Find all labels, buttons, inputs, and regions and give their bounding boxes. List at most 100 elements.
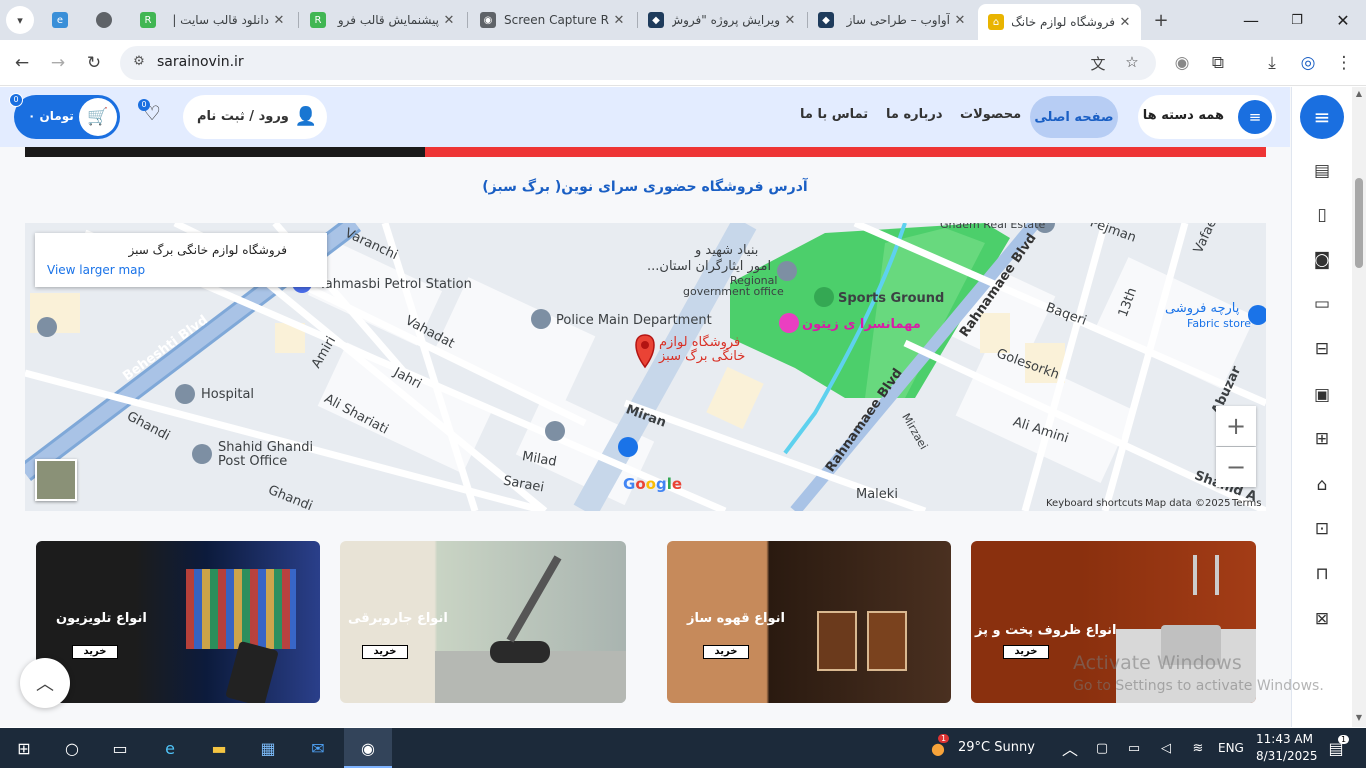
zoom-out-button[interactable]: −: [1216, 447, 1256, 487]
close-tab-icon[interactable]: ✕: [950, 13, 970, 28]
page-scrollbar[interactable]: ▲ ▼: [1352, 87, 1366, 727]
edge-icon[interactable]: e: [158, 736, 182, 760]
view-larger-map-link[interactable]: View larger map: [47, 263, 145, 277]
chair-icon[interactable]: ⊓: [1310, 563, 1334, 585]
restore-icon[interactable]: ❐: [1274, 0, 1320, 40]
close-tab-icon[interactable]: ✕: [439, 13, 459, 28]
tab-title: ویرایش پروژه "فروش: [672, 13, 780, 27]
store-icon[interactable]: ▦: [256, 736, 280, 760]
chevron-up-icon[interactable]: ︿: [1058, 736, 1082, 760]
google-map[interactable]: Beheshti Blvd Tahmasbi Petrol Station Po…: [25, 223, 1266, 511]
scroll-down-arrow-icon[interactable]: ▼: [1354, 713, 1364, 722]
nav-products[interactable]: محصولات: [960, 107, 1021, 122]
coffee-maker-icon[interactable]: ⊡: [1310, 518, 1334, 540]
meet-now-icon[interactable]: ▢: [1090, 736, 1114, 760]
download-icon[interactable]: ⤓: [1258, 49, 1286, 77]
map-label: بنیاد شهید و: [695, 243, 759, 258]
satellite-toggle[interactable]: [35, 459, 77, 501]
clock-time[interactable]: 11:43 AM: [1256, 732, 1313, 746]
scroll-up-arrow-icon[interactable]: ▲: [1354, 89, 1364, 98]
buy-button[interactable]: خرید: [72, 645, 118, 659]
file-explorer-icon[interactable]: ▬: [207, 736, 231, 760]
google-logo: Google: [623, 475, 683, 493]
all-categories-label: همه دسته ها: [1142, 108, 1224, 123]
favorites-button[interactable]: ♡ 0: [136, 99, 168, 133]
terms-link[interactable]: Terms: [1232, 498, 1261, 509]
menu-dots-icon[interactable]: ⋮: [1330, 49, 1358, 77]
translate-icon[interactable]: 文: [1088, 53, 1108, 73]
card-vacuum[interactable]: انواع جاروبرقی خرید: [340, 541, 626, 703]
scroll-to-top-button[interactable]: ︿: [20, 658, 70, 708]
bookmark-star-icon[interactable]: ☆: [1122, 53, 1142, 73]
buy-button[interactable]: خرید: [703, 645, 749, 659]
tab-rtl-preview[interactable]: R پیشنمایش قالب فرو ✕: [300, 4, 465, 36]
map-label: Sports Ground: [838, 291, 945, 306]
close-tab-icon[interactable]: ✕: [269, 13, 289, 28]
close-tab-icon[interactable]: ✕: [609, 13, 629, 28]
new-tab-icon[interactable]: +: [1147, 6, 1175, 34]
screen-capture-icon[interactable]: ◉: [1168, 49, 1196, 77]
microwave-icon[interactable]: ▣: [1310, 384, 1334, 406]
heater-icon[interactable]: ⊞: [1310, 428, 1334, 450]
url-text[interactable]: sarainovin.ir: [157, 54, 244, 70]
nav-home[interactable]: صفحه اصلی: [1030, 96, 1118, 138]
keyboard-shortcuts-link[interactable]: Keyboard shortcuts: [1046, 498, 1143, 509]
zoom-in-button[interactable]: +: [1216, 406, 1256, 446]
tab-edge[interactable]: e: [42, 4, 78, 36]
windows-start-icon[interactable]: ⊞: [12, 736, 36, 760]
task-view-icon[interactable]: ▭: [108, 736, 132, 760]
air-conditioner-icon[interactable]: ▤: [1310, 160, 1334, 182]
tab-rtl-download[interactable]: R دانلود قالب سایت | ✕: [130, 4, 295, 36]
tab-store-active[interactable]: ⌂ فروشگاه لوازم خانگ ✕: [978, 4, 1141, 40]
cookware-icon[interactable]: ⊟: [1310, 338, 1334, 360]
buy-button[interactable]: خرید: [1003, 645, 1049, 659]
nav-about[interactable]: درباره ما: [886, 107, 943, 122]
tv-icon[interactable]: ▭: [1310, 293, 1334, 315]
map-place-card: فروشگاه لوازم خانگی برگ سبز View larger …: [35, 233, 327, 287]
close-window-icon[interactable]: ✕: [1320, 0, 1366, 40]
tab-screen-capture[interactable]: ◉ Screen Capture Re ✕: [470, 4, 635, 36]
category-rail: ≡ ▤ ▯ ◙ ▭ ⊟ ▣ ⊞ ⌂ ⊡ ⊓ ⊠: [1291, 87, 1352, 727]
printer-icon[interactable]: ⊠: [1310, 608, 1334, 630]
battery-icon[interactable]: ▭: [1122, 736, 1146, 760]
tab-globe[interactable]: [86, 4, 122, 36]
reload-icon[interactable]: ↻: [80, 49, 108, 77]
clock-date[interactable]: 8/31/2025: [1256, 749, 1318, 763]
close-tab-icon[interactable]: ✕: [1115, 15, 1135, 30]
volume-icon[interactable]: ◁: [1154, 736, 1178, 760]
address-bar[interactable]: ⚙ sarainovin.ir 文 ☆: [120, 46, 1156, 80]
map-label: Shahid Ghandi: [218, 440, 314, 455]
rail-menu-icon[interactable]: ≡: [1300, 95, 1344, 139]
site-info-icon[interactable]: ⚙: [130, 54, 148, 72]
extensions-icon[interactable]: ⧉: [1204, 49, 1232, 77]
blender-icon[interactable]: ⌂: [1310, 474, 1334, 496]
login-register-button[interactable]: ورود / ثبت نام 👤: [183, 95, 327, 139]
chrome-taskbar-button[interactable]: ◉: [344, 728, 392, 768]
tab-avaweb[interactable]: ◆ آواوب – طراحی ساز ✕: [808, 4, 976, 36]
forward-icon[interactable]: →: [44, 49, 72, 77]
search-icon[interactable]: ○: [60, 736, 84, 760]
cart-count-badge: 0: [9, 93, 23, 107]
card-coffee[interactable]: انواع قهوه ساز خرید: [667, 541, 951, 703]
profile-icon[interactable]: ◎: [1294, 49, 1322, 77]
weather-text[interactable]: 29°C Sunny: [958, 740, 1035, 755]
close-tab-icon[interactable]: ✕: [780, 13, 800, 28]
map-label: امور ایثارگران استان...: [647, 259, 772, 274]
back-icon[interactable]: ←: [8, 49, 36, 77]
all-categories-button[interactable]: همه دسته ها ≡: [1138, 95, 1276, 139]
nav-contact[interactable]: تماس با ما: [800, 107, 868, 122]
tab-search-icon[interactable]: ▾: [6, 6, 34, 34]
minimize-icon[interactable]: —: [1228, 0, 1274, 40]
wifi-icon[interactable]: ≋: [1186, 736, 1210, 760]
cart-button[interactable]: ۰ تومان 🛒 0: [9, 93, 120, 139]
scrollbar-thumb[interactable]: [1355, 178, 1363, 268]
store-address-title: آدرس فروشگاه حضوری سرای نوین( برگ سبز): [482, 179, 808, 195]
mail-icon[interactable]: ✉: [306, 736, 330, 760]
refrigerator-icon[interactable]: ▯: [1310, 204, 1334, 226]
tab-edit-project[interactable]: ◆ ویرایش پروژه "فروش ✕: [638, 4, 806, 36]
card-tv[interactable]: انواع تلویزیون خرید: [36, 541, 320, 703]
buy-button[interactable]: خرید: [362, 645, 408, 659]
map-label: Post Office: [218, 454, 288, 469]
language-indicator[interactable]: ENG: [1218, 741, 1244, 755]
washing-machine-icon[interactable]: ◙: [1310, 249, 1334, 271]
